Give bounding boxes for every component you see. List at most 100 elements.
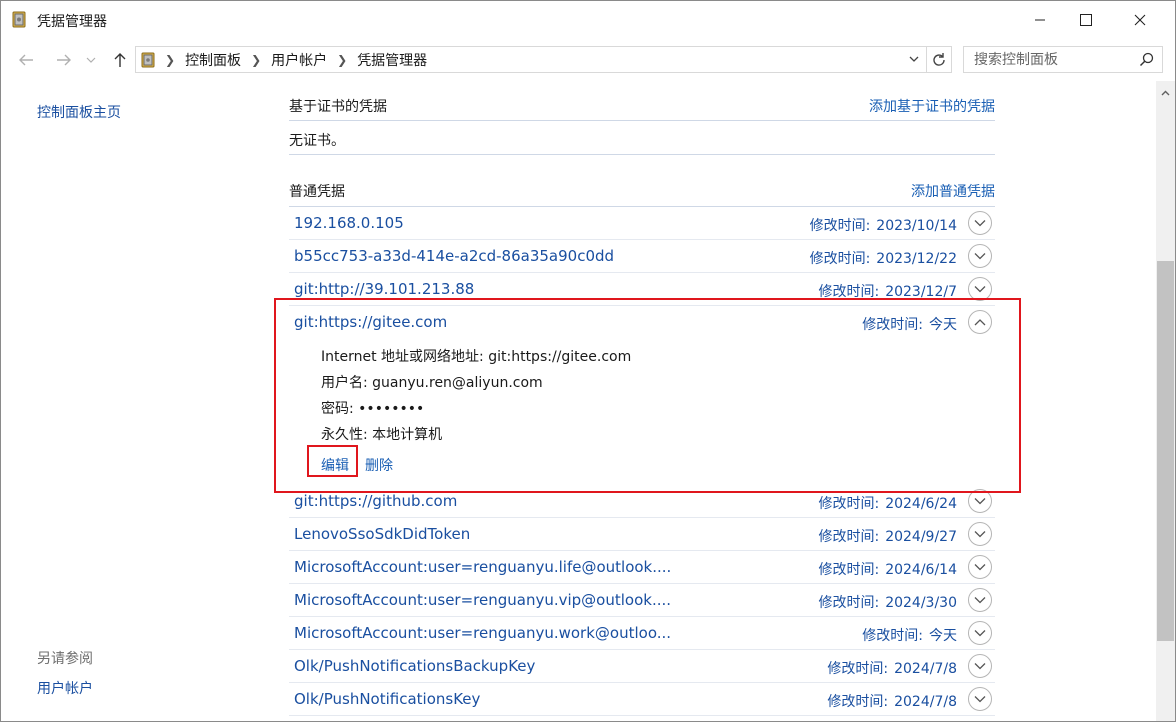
divider [289, 120, 995, 121]
modified-time-label: 修改时间: [818, 595, 880, 611]
chevron-right-icon: ❯ [165, 52, 176, 67]
chevron-up-icon [1161, 90, 1170, 95]
breadcrumb-control-panel[interactable]: 控制面板 [185, 50, 241, 70]
credential-name[interactable]: b55cc753-a33d-414e-a2cd-86a35a90c0dd [294, 247, 614, 265]
modified-time-value: 2024/6/24 [885, 496, 957, 512]
chevron-down-icon [974, 564, 986, 571]
chevron-down-icon [974, 597, 986, 604]
maximize-icon [1080, 14, 1092, 26]
add-cert-credential-link[interactable]: 添加基于证书的凭据 [869, 96, 995, 116]
maximize-button[interactable] [1063, 1, 1109, 39]
no-certificates-text: 无证书。 [289, 133, 345, 149]
title-bar: 凭据管理器 [1, 1, 1175, 39]
chevron-down-icon [974, 531, 986, 538]
credential-name[interactable]: MicrosoftAccount:user=renguanyu.life@out… [294, 558, 671, 576]
address-bar[interactable]: ❯ 控制面板 ❯ 用户帐户 ❯ 凭据管理器 [135, 46, 927, 73]
expand-button[interactable] [968, 522, 992, 546]
modified-time-label: 修改时间: [809, 251, 871, 267]
address-dropdown-icon[interactable] [908, 53, 920, 65]
expand-button[interactable] [968, 555, 992, 579]
expand-button[interactable] [968, 654, 992, 678]
minimize-button[interactable] [1017, 1, 1063, 39]
modified-time-label: 修改时间: [827, 661, 889, 677]
credential-name[interactable]: 192.168.0.105 [294, 214, 404, 232]
search-input[interactable] [972, 47, 1136, 73]
credential-row[interactable]: MicrosoftAccount:user=renguanyu.life@out… [289, 551, 995, 584]
refresh-icon [933, 52, 945, 66]
minimize-icon [1035, 19, 1045, 21]
credential-name[interactable]: Olk/PushNotificationsKey [294, 690, 480, 708]
chevron-down-icon [974, 630, 986, 637]
expand-button[interactable] [968, 244, 992, 268]
modified-time: 修改时间: 2023/12/22 [810, 248, 957, 268]
expand-button[interactable] [968, 687, 992, 711]
cert-credentials-heading: 基于证书的凭据 [289, 99, 387, 115]
scroll-up-button[interactable] [1156, 84, 1175, 101]
credential-name[interactable]: git:https://github.com [294, 492, 457, 510]
breadcrumb-user-accounts[interactable]: 用户帐户 [271, 50, 327, 70]
recent-locations-button[interactable] [84, 49, 98, 71]
modified-time-value: 2024/7/8 [894, 661, 957, 677]
expanded-credential-highlight [274, 298, 1021, 493]
modified-time-value: 今天 [929, 628, 957, 644]
up-button[interactable] [109, 49, 131, 71]
modified-time-label: 修改时间: [862, 628, 923, 644]
credential-name[interactable]: MicrosoftAccount:user=renguanyu.vip@outl… [294, 591, 671, 609]
expand-button[interactable] [968, 588, 992, 612]
modified-time-label: 修改时间: [818, 562, 880, 578]
credential-vault-icon [141, 52, 155, 67]
modified-time: 修改时间: 2024/6/14 [818, 559, 957, 579]
credential-name[interactable]: LenovoSsoSdkDidToken [294, 525, 470, 543]
arrow-right-icon [57, 54, 71, 66]
credential-row[interactable]: LenovoSsoSdkDidToken 修改时间: 2024/9/27 [289, 518, 995, 551]
close-button[interactable] [1117, 1, 1163, 39]
credential-row[interactable]: 192.168.0.105 修改时间: 2023/10/14 [289, 207, 995, 240]
forward-button[interactable] [53, 49, 75, 71]
modified-time-value: 2024/3/30 [885, 595, 957, 611]
scrollbar-thumb[interactable] [1157, 261, 1174, 641]
modified-time-value: 2024/9/27 [885, 529, 957, 545]
credential-row[interactable]: MicrosoftAccount:user=renguanyu.vip@outl… [289, 584, 995, 617]
user-accounts-link[interactable]: 用户帐户 [37, 678, 93, 698]
modified-time: 修改时间: 2024/9/27 [818, 526, 957, 546]
credential-name[interactable]: git:http://39.101.213.88 [294, 280, 474, 298]
modified-time: 修改时间: 2024/7/8 [827, 691, 957, 711]
modified-time: 修改时间: 2024/7/8 [827, 658, 957, 678]
modified-time-value: 2023/12/22 [876, 251, 957, 267]
credential-name[interactable]: Olk/PushNotificationsBackupKey [294, 657, 535, 675]
divider [289, 154, 995, 155]
search-icon[interactable] [1139, 52, 1154, 67]
credential-row[interactable]: b55cc753-a33d-414e-a2cd-86a35a90c0dd 修改时间… [289, 240, 995, 273]
credential-row[interactable]: Olk/PushNotificationsKey 修改时间: 2024/7/8 [289, 683, 995, 716]
modified-time: 修改时间: 今天 [862, 625, 957, 645]
expand-button[interactable] [968, 621, 992, 645]
arrow-up-icon [114, 53, 126, 67]
window-title: 凭据管理器 [37, 14, 107, 30]
control-panel-home-link[interactable]: 控制面板主页 [37, 102, 121, 122]
search-box [963, 46, 1163, 73]
credential-manager-window: 凭据管理器 ❯ 控制面板 ❯ 用户帐户 ❯ 凭据管理器 搜索控制面板 控制面板主… [0, 0, 1176, 722]
chevron-right-icon[interactable]: ❯ [337, 53, 347, 67]
breadcrumb-credential-manager[interactable]: 凭据管理器 [357, 50, 427, 70]
credential-name[interactable]: MicrosoftAccount:user=renguanyu.work@out… [294, 624, 671, 642]
row-divider [289, 715, 995, 716]
modified-time-label: 修改时间: [827, 694, 889, 710]
chevron-down-icon [86, 57, 96, 63]
chevron-down-icon [974, 286, 986, 293]
credential-row[interactable]: Olk/PushNotificationsBackupKey 修改时间: 2024/… [289, 650, 995, 683]
modified-time-value: 2024/7/8 [894, 694, 957, 710]
refresh-button[interactable] [927, 46, 952, 73]
vertical-scrollbar[interactable] [1156, 81, 1175, 721]
credential-row[interactable]: MicrosoftAccount:user=renguanyu.work@out… [289, 617, 995, 650]
edit-button-highlight [307, 445, 358, 477]
chevron-down-icon [974, 696, 986, 703]
credential-vault-icon [12, 11, 26, 28]
generic-credentials-header: 普通凭据 添加普通凭据 [289, 181, 995, 201]
expand-button[interactable] [968, 211, 992, 235]
back-button[interactable] [15, 49, 37, 71]
add-generic-credential-link[interactable]: 添加普通凭据 [911, 181, 995, 201]
modified-time-value: 2024/6/14 [885, 562, 957, 578]
chevron-right-icon[interactable]: ❯ [251, 53, 261, 67]
chevron-down-icon [974, 498, 986, 505]
modified-time-label: 修改时间: [818, 529, 880, 545]
